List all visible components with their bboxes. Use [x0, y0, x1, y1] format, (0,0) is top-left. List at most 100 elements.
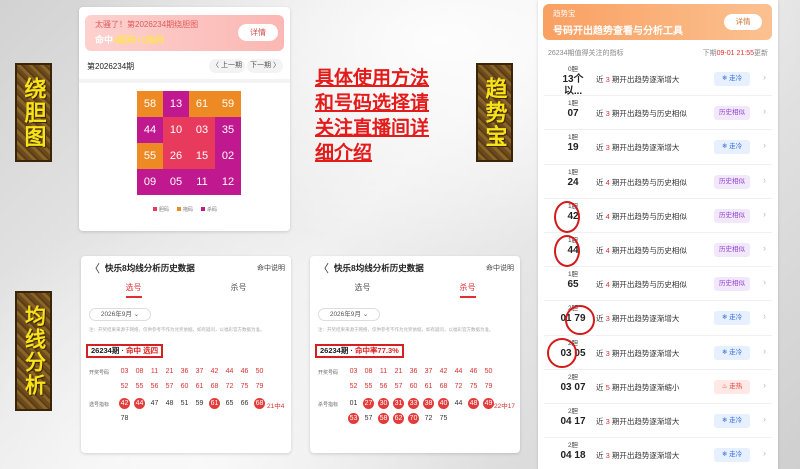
- next-period-button[interactable]: 下一期 〉: [247, 59, 283, 73]
- number-ball: 44: [454, 400, 463, 407]
- number-item: 21: [394, 368, 403, 375]
- number-item: 55: [364, 383, 373, 390]
- tab-select[interactable]: 选号: [310, 282, 415, 300]
- trend-tag: 历史相似: [714, 106, 750, 121]
- number-item: 50: [255, 368, 264, 375]
- update-time: 下期09-01 21:55更新: [702, 50, 768, 57]
- number-ball: 65: [225, 400, 234, 407]
- detail-button[interactable]: 详情: [238, 24, 278, 41]
- tab-kill[interactable]: 杀号: [415, 282, 520, 300]
- headline: 具体使用方法 和号码选择请 关注直播间详 细介绍: [315, 66, 475, 166]
- indicator-row[interactable]: 2胆 04 18 近 3 期开出趋势逐渐增大 ❄ 走冷 ›: [544, 438, 772, 469]
- trend-tag: ❄ 走冷: [714, 311, 750, 326]
- number-item: 52: [349, 383, 358, 390]
- number-ball: 30: [378, 398, 389, 409]
- grid-cell: 03: [189, 117, 215, 143]
- dan-count: 1胆: [567, 100, 579, 108]
- back-icon[interactable]: 〈: [89, 260, 100, 276]
- trend-tag: 历史相似: [714, 174, 750, 189]
- number-item: 08: [135, 368, 144, 375]
- banner-title: 太骚了！第2026234期绕胆图: [95, 20, 199, 29]
- indicator-row[interactable]: 0胆 13个以... 近 3 期开出趋势逐渐增大 ❄ 走冷 ›: [544, 62, 772, 98]
- indicator-row[interactable]: 2胆 04 17 近 3 期开出趋势逐渐增大 ❄ 走冷 ›: [544, 404, 772, 439]
- desc-text: 近: [596, 143, 606, 153]
- indicator-row[interactable]: 1胆 24 近 4 期开出趋势与历史相似 历史相似 ›: [544, 165, 772, 199]
- tab-kill[interactable]: 杀号: [186, 282, 291, 300]
- grid-cell: 61: [189, 91, 215, 117]
- row-label-draw: 开奖号码: [89, 370, 110, 376]
- indicator-row[interactable]: 1胆 65 近 4 期开出趋势与历史相似 历史相似 ›: [544, 267, 772, 302]
- indicator-row[interactable]: 1胆 19 近 3 期开出趋势逐渐增大 ❄ 走冷 ›: [544, 130, 772, 165]
- label-qu-shi: 趋势宝: [476, 63, 513, 162]
- grid-legend: 胆码 拖码 杀码: [153, 206, 217, 213]
- pick-numbers: 42 44 47 48 51 59 61 65 66 68 78: [117, 398, 267, 424]
- grid-cell: 13: [163, 91, 189, 117]
- indicator-number: 0胆 13个以...: [559, 66, 587, 98]
- indicator-desc: 近 5 期开出趋势逐渐缩小: [596, 382, 679, 393]
- desc-text: 期开出趋势逐渐增大: [609, 451, 680, 461]
- number-ball: 48: [468, 398, 479, 409]
- row-label-picks: 选号指标: [89, 402, 110, 408]
- chevron-right-icon: ›: [763, 72, 766, 82]
- desc-text: 近: [596, 451, 606, 461]
- dan-value: 24: [567, 176, 579, 188]
- number-ball: 68: [254, 398, 265, 409]
- chevron-right-icon: ›: [763, 345, 766, 356]
- headline-line: 细介绍: [315, 143, 373, 164]
- tab-bar: 选号 杀号: [81, 282, 291, 300]
- help-link[interactable]: 命中说明: [257, 263, 285, 273]
- indicator-row[interactable]: 1胆 07 近 3 期开出趋势与历史相似 历史相似 ›: [544, 96, 772, 131]
- dan-count: 1胆: [567, 134, 579, 142]
- trend-tag: ❄ 走冷: [714, 140, 750, 155]
- indicator-row[interactable]: 2胆 03 05 近 3 期开出趋势逐渐增大 ❄ 走冷 ›: [544, 336, 772, 370]
- indicator-desc: 近 3 期开出趋势逐渐增大: [596, 313, 679, 324]
- desc-text: 近: [596, 109, 606, 119]
- indicator-row[interactable]: 2胆 03 07 近 5 期开出趋势逐渐缩小 ♨ 走热 ›: [544, 370, 772, 404]
- desc-text: 期开出趋势逐渐增大: [609, 143, 680, 153]
- desc-text: 近: [596, 382, 606, 392]
- back-icon[interactable]: 〈: [318, 260, 329, 276]
- help-link[interactable]: 命中说明: [486, 263, 514, 273]
- legend-item: 拖码: [177, 206, 193, 213]
- number-ball: 38: [423, 398, 434, 409]
- headline-line: 和号码选择请: [315, 93, 430, 114]
- number-item: 75: [240, 383, 249, 390]
- kill-analysis-panel: 〈 快乐8均线分析历史数据 命中说明 选号 杀号 2026年9月 ⌄ 注：开奖结…: [310, 256, 520, 453]
- tab-select[interactable]: 选号: [81, 282, 186, 300]
- number-item: 36: [409, 368, 418, 375]
- number-item: 50: [484, 368, 493, 375]
- number-item: 11: [379, 368, 388, 375]
- dan-value: 07: [567, 108, 579, 120]
- desc-text: 期开出趋势与历史相似: [609, 177, 687, 187]
- indicator-desc: 近 3 期开出趋势逐渐增大: [596, 74, 679, 85]
- indicator-number: 2胆 04 17: [559, 408, 587, 428]
- banner-subtitle: 号码开出趋势查看与分析工具: [553, 26, 683, 37]
- indicator-list: 0胆 13个以... 近 3 期开出趋势逐渐增大 ❄ 走冷 › 1胆 07 近 3 期开出趋势…: [544, 62, 772, 469]
- number-item: 79: [484, 383, 493, 390]
- number-ball: 47: [150, 400, 159, 407]
- month-select[interactable]: 2026年9月 ⌄: [89, 308, 151, 321]
- number-item: 44: [454, 368, 463, 375]
- indicator-desc: 近 3 期开出趋势逐渐增大: [596, 142, 679, 153]
- legend-item: 胆码: [153, 206, 169, 213]
- indicator-number: 1胆 24: [559, 169, 587, 189]
- select-analysis-panel: 〈 快乐8均线分析历史数据 命中说明 选号 杀号 2026年9月 ⌄ 注：开奖结…: [81, 256, 291, 453]
- banner-title: 趋势宝: [553, 9, 576, 18]
- chevron-right-icon: ›: [763, 448, 766, 459]
- grid-cell: 10: [163, 117, 189, 143]
- number-ball: 62: [393, 413, 404, 424]
- number-ball: 72: [424, 415, 433, 422]
- highlight-circle: [565, 305, 595, 335]
- draw-numbers: 03 08 11 21 36 37 42 44 46 50 52 55 56 57 60 61 68 72 75 79: [117, 366, 267, 392]
- dan-count: 1胆: [567, 168, 579, 176]
- prev-period-button[interactable]: 〈 上一期: [209, 59, 245, 73]
- month-select[interactable]: 2026年9月 ⌄: [318, 308, 380, 321]
- row-label-draw: 开奖号码: [318, 370, 339, 376]
- detail-button[interactable]: 详情: [724, 14, 762, 30]
- dan-count: 2胆: [567, 373, 579, 381]
- number-item: 68: [210, 383, 219, 390]
- number-item: 79: [255, 383, 264, 390]
- number-item: 56: [379, 383, 388, 390]
- number-item: 61: [424, 383, 433, 390]
- desc-text: 近: [596, 314, 606, 324]
